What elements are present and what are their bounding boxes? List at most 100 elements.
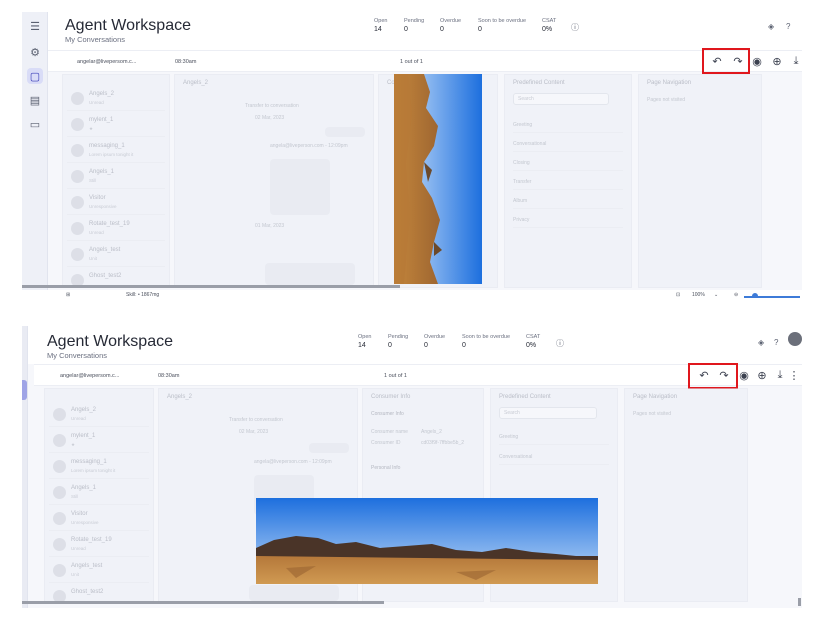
message-sender: angela@liveperson.com - 12:09pm — [270, 143, 348, 149]
predefined-search-input[interactable]: Search — [499, 407, 597, 419]
list-item[interactable]: mylent_1 ★ — [49, 429, 149, 453]
chat-date-2: 01 Mar, 2023 — [255, 223, 285, 229]
consumer-info-title: Consumer Info — [371, 394, 411, 400]
chat-title: Angels_2 — [167, 394, 193, 400]
zoom-out-icon[interactable]: ⊖ — [734, 292, 738, 298]
stat-open: Open 14 — [374, 18, 388, 33]
predefined-item[interactable]: Album — [513, 193, 623, 209]
chat-date: 02 Mar, 2023 — [255, 115, 285, 121]
list-item[interactable]: Angels_test Unit — [67, 243, 165, 267]
chat-bubble — [309, 443, 349, 453]
avatar[interactable] — [788, 332, 802, 346]
list-item[interactable]: Rotate_test_19 Unread — [67, 217, 165, 241]
conversation-list: Angels_2 Unread mylent_1 ★ messaging_1 Lore… — [44, 388, 154, 603]
conversations-icon[interactable]: ▢ — [27, 68, 43, 84]
list-item[interactable]: mylent_1 ★ — [67, 113, 165, 137]
consumer-name-label: Consumer name — [371, 429, 408, 435]
predefined-item[interactable]: Transfer — [513, 174, 623, 190]
layers-icon[interactable]: ◈ — [768, 22, 774, 31]
rail-indicator — [22, 380, 27, 400]
chat-panel: Angels_2 Transfer to conversation 02 Mar… — [174, 74, 374, 288]
chat-title: Angels_2 — [183, 80, 209, 86]
more-icon[interactable]: ⋮ — [787, 369, 801, 382]
undo-redo-highlight — [688, 363, 738, 389]
header: Agent Workspace My Conversations Open 14 … — [28, 326, 802, 364]
workspace-screenshot-1: ☰ ⚙ ▢ ▤ ▭ Agent Workspace My Conversatio… — [22, 12, 802, 298]
list-item[interactable]: Angels_1 Still — [49, 481, 149, 505]
zoom-in-icon[interactable]: ⊕ — [770, 55, 784, 68]
page-navigation-value: Pages not visited — [633, 411, 672, 417]
predefined-title: Predefined Content — [499, 394, 551, 400]
fit-icon[interactable]: ⊡ — [676, 292, 680, 298]
horizontal-scrollbar[interactable] — [22, 601, 384, 604]
stat-pending: Pending 0 — [404, 18, 425, 33]
menu-icon[interactable]: ☰ — [27, 18, 43, 34]
list-item[interactable]: Angels_1 Still — [67, 165, 165, 189]
help-icon[interactable]: ? — [774, 338, 778, 347]
predefined-item[interactable]: Privacy — [513, 212, 623, 228]
list-item[interactable]: Rotate_test_19 Unread — [49, 533, 149, 557]
document-toolbar: angelar@livepersom.c... 08:30am 1 out of… — [48, 50, 802, 72]
list-item[interactable]: Angels_test Unit — [49, 559, 149, 583]
eye-icon[interactable]: ◉ — [737, 369, 751, 382]
conversation-email: angelar@livepersom.c... — [60, 373, 120, 379]
consumer-info-section[interactable]: Consumer Info — [371, 411, 404, 417]
system-message: Transfer to conversation — [245, 103, 299, 109]
eye-icon[interactable]: ◉ — [750, 55, 764, 68]
message-sender: angela@liveperson.com - 12:09pm — [254, 459, 332, 465]
consumer-id-value: cd03f9f-7ffbbe5b_2 — [421, 440, 465, 446]
page-navigation-panel: Page Navigation Pages not visited — [624, 388, 748, 602]
stat-overdue: Overdue 0 — [440, 18, 462, 33]
download-icon[interactable]: ⤓ — [789, 55, 802, 68]
page-navigation-title: Page Navigation — [633, 394, 678, 400]
page-subtitle: My Conversations — [47, 351, 108, 360]
layers-icon[interactable]: ◈ — [758, 338, 764, 347]
predefined-item[interactable]: Conversational — [513, 136, 623, 152]
list-item[interactable]: Angels_2 Unread — [49, 403, 149, 427]
predefined-item[interactable]: Closing — [513, 155, 623, 171]
settings-icon[interactable]: ▭ — [27, 116, 43, 132]
chat-date: 02 Mar, 2023 — [239, 429, 269, 435]
bot-icon[interactable]: ⚙ — [27, 44, 43, 60]
stat-overdue: Overdue 0 — [424, 334, 446, 349]
consumer-name-value: Angels_2 — [421, 429, 442, 435]
page-counter: 1 out of 1 — [384, 373, 407, 379]
stat-csat: CSAT 0% — [542, 18, 557, 33]
grid-icon[interactable]: ⊞ — [66, 292, 70, 298]
personal-info-section[interactable]: Personal Info — [371, 465, 400, 471]
list-item[interactable]: messaging_1 Lorem ipsum tonight it — [67, 139, 165, 163]
predefined-item[interactable]: Conversational — [499, 449, 609, 465]
horizontal-scrollbar[interactable] — [22, 285, 400, 288]
help-icon[interactable]: ? — [786, 22, 790, 31]
document-toolbar: angelar@livepersom.c... 08:30am 1 out of… — [34, 364, 802, 386]
page-navigation-value: Pages not visited — [647, 97, 686, 103]
nav-rail-collapsed — [22, 326, 28, 608]
conversation-list: Angels_2 Unread mylent_1 ★ messaging_1 Lore… — [62, 74, 170, 293]
workspace-screenshot-2: Agent Workspace My Conversations Open 14 … — [22, 326, 802, 608]
list-item[interactable]: Visitor Unresponsive — [67, 191, 165, 215]
vertical-scrollbar[interactable] — [798, 598, 801, 606]
stat-soon-overdue: Soon to be overdue 0 — [462, 334, 511, 349]
zoom-slider-handle[interactable] — [752, 293, 758, 298]
page-title: Agent Workspace — [65, 17, 191, 34]
predefined-item[interactable]: Greeting — [499, 429, 609, 445]
predefined-search-input[interactable]: Search — [513, 93, 609, 105]
page-navigation-title: Page Navigation — [647, 80, 692, 86]
chevron-down-icon[interactable]: ⌄ — [714, 292, 718, 298]
list-item[interactable]: Angels_2 Unread — [67, 87, 165, 111]
list-item[interactable]: Visitor Unresponsive — [49, 507, 149, 531]
zoom-value[interactable]: 100% — [692, 292, 705, 298]
status-dims: Skill: • 1867mg — [126, 292, 160, 298]
chat-card — [270, 159, 330, 215]
list-item[interactable]: messaging_1 Lorem ipsum tonight it — [49, 455, 149, 479]
stat-soon-overdue: Soon to be overdue 0 — [478, 18, 527, 33]
list-item[interactable]: Ghost_test2 — [49, 585, 149, 608]
predefined-item[interactable]: Greeting — [513, 117, 623, 133]
download-icon[interactable]: ⤓ — [773, 369, 787, 382]
reports-icon[interactable]: ▤ — [27, 92, 43, 108]
zoom-in-icon[interactable]: ⊕ — [755, 369, 769, 382]
header: Agent Workspace My Conversations Open 14 … — [48, 12, 802, 50]
page-counter: 1 out of 1 — [400, 59, 423, 65]
info-icon[interactable]: ⓘ — [571, 22, 579, 33]
info-icon[interactable]: ⓘ — [556, 338, 564, 349]
